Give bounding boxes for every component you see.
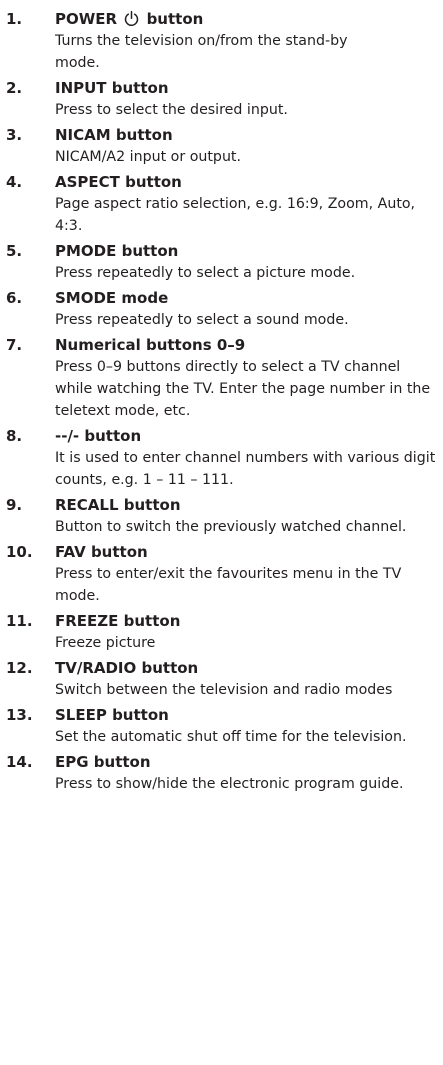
list-item: 1. POWER button Turns the television on/… (0, 8, 443, 74)
item-description: Press repeatedly to select a picture mod… (55, 265, 356, 281)
list-item: 4. ASPECT button Page aspect ratio selec… (0, 171, 443, 237)
item-number: 12. (6, 659, 33, 677)
item-number: 5. (6, 242, 23, 260)
item-number: 10. (6, 543, 33, 561)
item-number: 7. (6, 336, 23, 354)
list-item: 8. --/- button It is used to enter chann… (0, 425, 443, 491)
item-description: Page aspect ratio selection, e.g. 16:9, … (55, 196, 416, 234)
item-title: FAV button (55, 543, 148, 561)
item-title: INPUT button (55, 79, 169, 97)
list-item: 6. SMODE mode Press repeatedly to select… (0, 287, 443, 331)
item-title: SMODE mode (55, 289, 169, 307)
item-description: Press to show/hide the electronic progra… (55, 776, 404, 792)
item-description: Freeze picture (55, 635, 156, 651)
item-title: SLEEP button (55, 706, 169, 724)
item-title: FREEZE button (55, 612, 181, 630)
item-number: 9. (6, 496, 23, 514)
item-title: ASPECT button (55, 173, 182, 191)
list-item: 5. PMODE button Press repeatedly to sele… (0, 240, 443, 284)
list-item: 3. NICAM button NICAM/A2 input or output… (0, 124, 443, 168)
item-title: POWER button (55, 8, 443, 30)
item-description: Press to select the desired input. (55, 102, 288, 118)
item-number: 2. (6, 79, 23, 97)
item-number: 1. (6, 10, 23, 28)
item-title: TV/RADIO button (55, 659, 199, 677)
list-item: 12. TV/RADIO button Switch between the t… (0, 657, 443, 701)
item-title: EPG button (55, 753, 151, 771)
item-description: Switch between the television and radio … (55, 682, 393, 698)
button-description-list: 1. POWER button Turns the television on/… (0, 0, 443, 795)
item-number: 14. (6, 753, 33, 771)
list-item: 2. INPUT button Press to select the desi… (0, 77, 443, 121)
item-description: Set the automatic shut off time for the … (55, 729, 407, 745)
item-title-suffix: button (146, 10, 204, 28)
list-item: 10. FAV button Press to enter/exit the f… (0, 541, 443, 607)
item-number: 3. (6, 126, 23, 144)
item-description: NICAM/A2 input or output. (55, 149, 242, 165)
list-item: 9. RECALL button Button to switch the pr… (0, 494, 443, 538)
list-item: 14. EPG button Press to show/hide the el… (0, 751, 443, 795)
list-item: 13. SLEEP button Set the automatic shut … (0, 704, 443, 748)
item-title: PMODE button (55, 242, 179, 260)
item-title: NICAM button (55, 126, 173, 144)
item-title: --/- button (55, 427, 142, 445)
item-description: Press to enter/exit the favourites menu … (55, 566, 402, 604)
item-number: 11. (6, 612, 33, 630)
item-title: Numerical buttons 0–9 (55, 336, 246, 354)
power-icon (123, 10, 140, 27)
item-description: Press repeatedly to select a sound mode. (55, 312, 349, 328)
item-description: Button to switch the previously watched … (55, 519, 407, 535)
item-number: 8. (6, 427, 23, 445)
item-title-text: POWER (55, 10, 118, 28)
item-description: Press 0–9 buttons directly to select a T… (55, 359, 431, 419)
item-number: 4. (6, 173, 23, 191)
item-title: RECALL button (55, 496, 181, 514)
list-item: 11. FREEZE button Freeze picture (0, 610, 443, 654)
item-number: 6. (6, 289, 23, 307)
item-description: It is used to enter channel numbers with… (55, 450, 436, 488)
item-number: 13. (6, 706, 33, 724)
list-item: 7. Numerical buttons 0–9 Press 0–9 butto… (0, 334, 443, 422)
item-description: Turns the television on/from the stand-b… (55, 33, 348, 71)
